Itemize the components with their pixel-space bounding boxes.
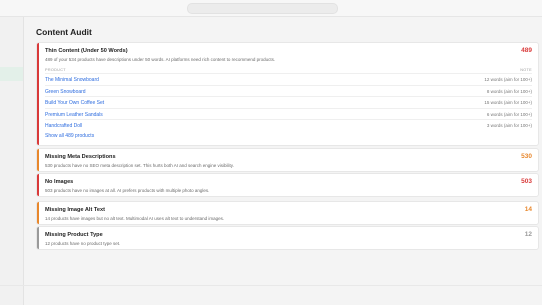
table-row: The Minimal Snowboard 12 words (aim for … [45,73,532,85]
browser-toolbar [0,0,542,17]
severity-bar [37,227,39,249]
product-note: 6 words (aim for 100+) [486,111,532,117]
card-description: 12 products have no product type set. [45,241,121,246]
table-row: Handcrafted Doll 3 words (aim for 100+) [45,119,532,131]
severity-bar [37,149,39,171]
table-row: Build Your Own Coffee Set 15 words (aim … [45,96,532,108]
product-note: 12 words (aim for 100+) [484,77,532,82]
severity-bar [37,202,39,224]
issue-count: 489 [521,47,532,54]
column-note: NOTE [520,68,532,72]
bottom-divider [0,285,542,286]
sidebar-active-item[interactable] [0,67,23,81]
product-note: 3 words (aim for 100+) [486,123,532,128]
severity-bar [37,43,39,145]
product-link[interactable]: Handcrafted Doll [45,123,82,129]
missing-alt-text-card[interactable]: Missing Image Alt Text 14 14 products ha… [36,201,539,225]
card-description: 530 products have no SEO meta descriptio… [45,163,234,168]
show-all-link[interactable]: Show all 489 products [45,133,94,139]
address-bar[interactable] [187,3,338,14]
card-title: No Images [45,179,74,185]
card-title: Thin Content (Under 50 Words) [45,48,128,54]
column-product: PRODUCT [45,68,66,72]
severity-bar [37,174,39,196]
main-content: Content Audit Thin Content (Under 50 Wor… [25,17,542,305]
issue-count: 14 [524,206,532,213]
card-description: 489 of your 534 products have descriptio… [45,57,276,62]
card-title: Missing Image Alt Text [45,207,105,213]
page-title: Content Audit [36,27,92,37]
product-link[interactable]: Premium Leather Sandals [45,112,103,118]
card-title: Missing Meta Descriptions [45,154,116,160]
product-link[interactable]: Green Snowboard [45,89,86,95]
product-note: 15 words (aim for 100+) [484,100,532,105]
sidebar [0,17,24,305]
issue-count: 503 [521,178,532,185]
missing-meta-card[interactable]: Missing Meta Descriptions 530 530 produc… [36,148,539,172]
missing-product-type-card[interactable]: Missing Product Type 12 12 products have… [36,226,539,250]
card-description: 503 products have no images at all. AI p… [45,188,210,193]
issue-count: 530 [521,153,532,160]
table-row: Green Snowboard 8 words (aim for 100+) [45,84,532,97]
table-row: Premium Leather Sandals 6 words (aim for… [45,107,532,120]
card-description: 14 products have images but no alt text.… [45,216,225,221]
no-images-card[interactable]: No Images 503 503 products have no image… [36,173,539,197]
product-link[interactable]: The Minimal Snowboard [45,77,99,83]
card-title: Missing Product Type [45,232,103,238]
product-link[interactable]: Build Your Own Coffee Set [45,100,104,106]
thin-content-card: Thin Content (Under 50 Words) 489 489 of… [36,42,539,146]
product-note: 8 words (aim for 100+) [486,88,532,94]
issue-count: 12 [524,231,532,238]
